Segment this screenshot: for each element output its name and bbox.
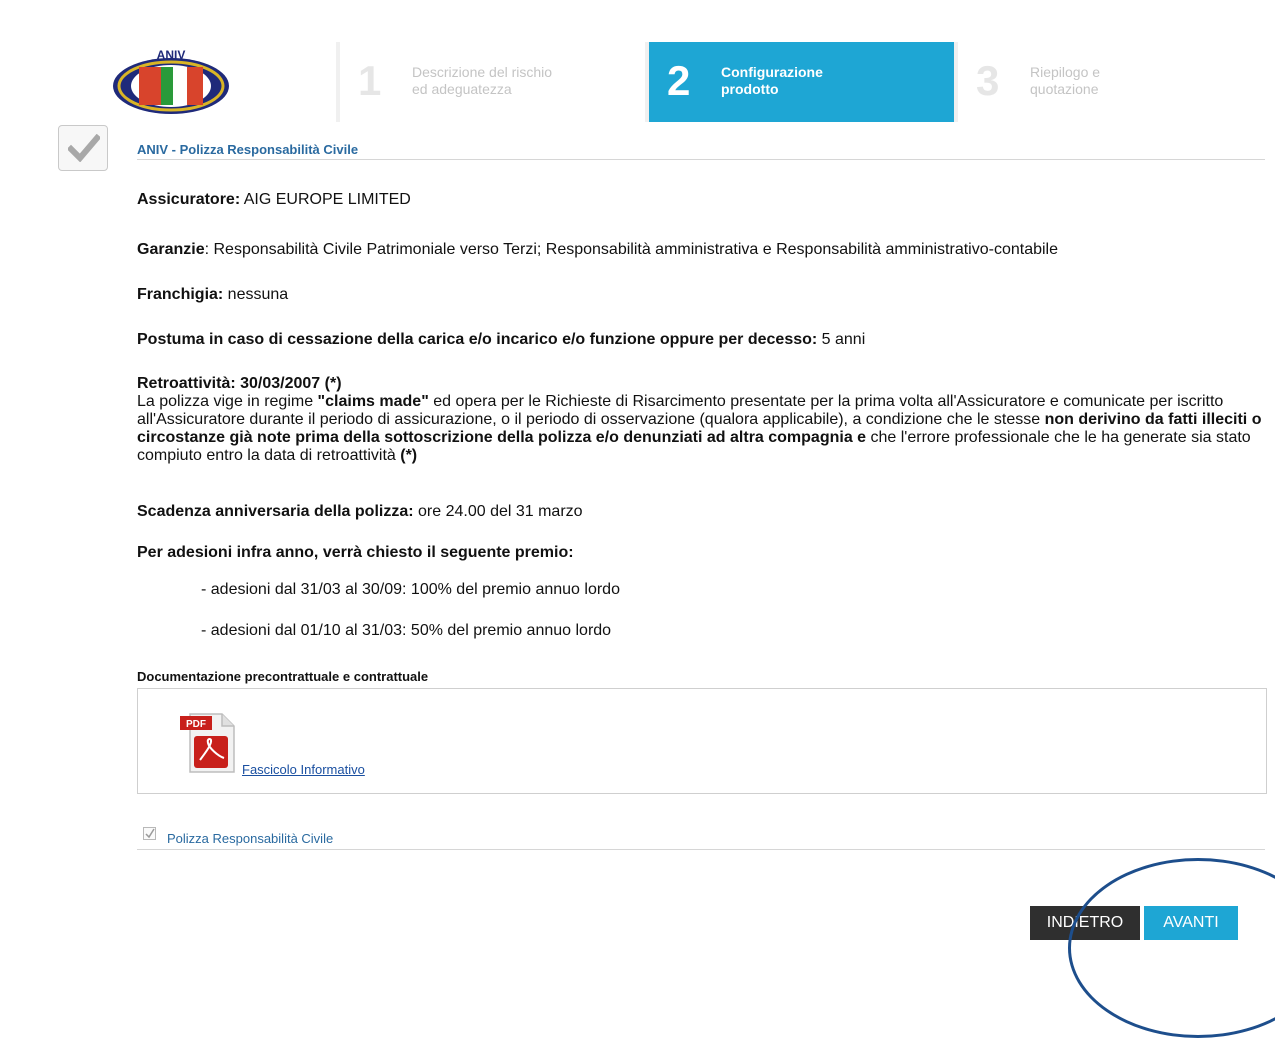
fascicolo-informativo-link[interactable]: Fascicolo Informativo (242, 762, 365, 777)
svg-text:PDF: PDF (186, 719, 206, 730)
next-button[interactable]: AVANTI (1144, 906, 1238, 940)
midyear-line-1: - adesioni dal 31/03 al 30/09: 100% del … (201, 581, 620, 598)
step-label: Riepilogo e quotazione (1030, 64, 1101, 97)
step-number: 1 (358, 57, 382, 104)
divider (137, 849, 1265, 850)
step-number: 2 (667, 57, 691, 104)
highlight-annotation-circle (1068, 858, 1275, 1038)
step-3: 3 Riepilogo e quotazione (958, 42, 1265, 122)
deductible-line: Franchigia: nessuna (137, 286, 289, 303)
retroactivity-block: Retroattività: 30/03/2007 (*) La polizza… (137, 375, 1262, 464)
posthumous-line: Postuma in caso di cessazione della cari… (137, 331, 866, 348)
insurer-line: Assicuratore: AIG EUROPE LIMITED (137, 191, 411, 208)
product-selected-checkmark[interactable] (58, 125, 108, 171)
divider (137, 159, 1265, 160)
product-title: ANIV - Polizza Responsabilità Civile (137, 142, 359, 157)
logo-cell: ANIV (25, 42, 336, 122)
guarantees-line: Garanzie: Responsabilità Civile Patrimon… (137, 241, 1058, 258)
midyear-line-2: - adesioni dal 01/10 al 31/03: 50% del p… (201, 622, 612, 639)
step-1: 1 Descrizione del rischio ed adeguatezza (340, 42, 645, 122)
aniv-logo: ANIV (113, 50, 229, 114)
documents-panel (137, 688, 1267, 794)
documents-heading: Documentazione precontrattuale e contrat… (137, 669, 429, 684)
pdf-icon[interactable]: PDF (178, 710, 240, 776)
step-label: Configurazione prodotto (721, 64, 823, 97)
midyear-heading: Per adesioni infra anno, verrà chiesto i… (137, 544, 574, 561)
back-button[interactable]: INDIETRO (1030, 906, 1140, 940)
checkmark-icon (145, 828, 155, 839)
expiry-line: Scadenza anniversaria della polizza: ore… (137, 503, 583, 520)
step-label: Descrizione del rischio ed adeguatezza (412, 64, 553, 97)
step-number: 3 (976, 57, 1000, 104)
retroactivity-label: Retroattività: 30/03/2007 (*) (137, 375, 342, 392)
step-2-active: 2 Configurazione prodotto (649, 42, 954, 122)
policy-checkbox-label[interactable]: Polizza Responsabilità Civile (167, 831, 333, 846)
wizard-steps: ANIV 1 Descrizione del rischio ed adegua… (25, 42, 1265, 122)
policy-checkbox[interactable] (143, 827, 156, 840)
svg-text:ANIV: ANIV (157, 50, 186, 62)
checkmark-icon (68, 134, 100, 162)
